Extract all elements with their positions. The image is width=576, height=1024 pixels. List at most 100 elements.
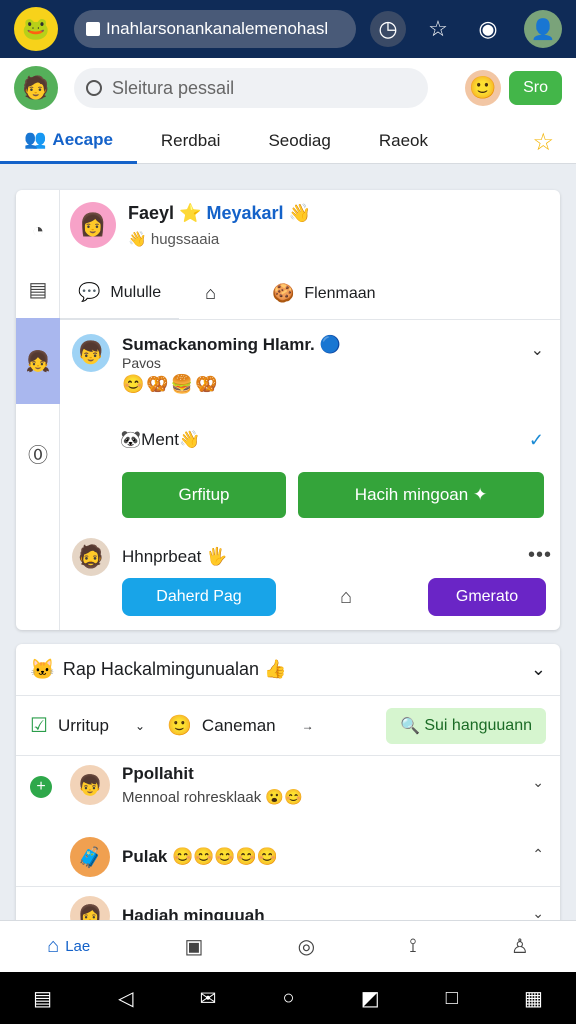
- post-author[interactable]: Faeyl ⭐ Meyakarl 👋: [128, 203, 311, 224]
- search-input[interactable]: Sleitura pessail: [74, 68, 428, 108]
- cookie-icon: 🍪: [271, 283, 295, 303]
- clock-icon[interactable]: ◷: [370, 11, 406, 47]
- post-header: 👩 Faeyl ⭐ Meyakarl 👋 👋 hugssaaia: [70, 202, 311, 248]
- bell-icon[interactable]: ◔: [16, 202, 60, 260]
- chevron-down-icon: ⌄: [134, 718, 146, 733]
- panda-icon: 🐼: [120, 430, 142, 449]
- chat-icon[interactable]: ◉: [470, 11, 506, 47]
- gmerato-button[interactable]: Gmerato: [428, 578, 546, 616]
- item-title: Ppollahit: [122, 764, 194, 783]
- comment-title-text: Sumackanoming Hlamr.: [122, 335, 315, 354]
- lock-icon: [86, 22, 100, 36]
- tab-seodiag[interactable]: Seodiag: [244, 118, 354, 164]
- group-card-header[interactable]: 🐱 Rap Hackalmingunualan 👍 ⌄: [16, 644, 560, 696]
- search-placeholder: Sleitura pessail: [112, 77, 235, 98]
- cat-icon: 🐱: [30, 659, 55, 681]
- tab-label: Aecape: [52, 129, 113, 149]
- favorite-star-icon[interactable]: ☆: [532, 128, 554, 157]
- hacih-mingoan-button[interactable]: Hacih mingoan ✦: [298, 472, 544, 518]
- tab-bar: 👥 Aecape Rerdbai Seodiag Raeok ☆: [0, 118, 576, 164]
- ment-label: Ment: [141, 430, 179, 449]
- share-action[interactable]: ⌂: [187, 283, 244, 304]
- header-action-button[interactable]: Sro: [509, 71, 562, 105]
- search-hangout-button[interactable]: 🔍 Sui hanguuann: [385, 707, 546, 744]
- action-label: Flenmaan: [304, 284, 376, 302]
- side-rail: ◔ ▤ 👧 ⓪: [16, 190, 60, 630]
- profile-avatar[interactable]: 👤: [524, 10, 562, 48]
- comment-block: 👦 Sumackanoming Hlamr. 🔵 Pavos ⌄ 😊🥨🍔🥨: [72, 334, 552, 395]
- comment-buttons: Grfitup Hacih mingoan ✦: [122, 472, 544, 518]
- chevron-down-icon[interactable]: ⌄: [532, 774, 544, 791]
- add-icon[interactable]: +: [30, 776, 52, 798]
- gallery-icon[interactable]: ▤: [33, 986, 52, 1011]
- star-icon[interactable]: ☆: [420, 11, 456, 47]
- nav-home[interactable]: ⌂ Lae: [47, 935, 90, 958]
- tab-aecape[interactable]: 👥 Aecape: [0, 118, 137, 164]
- nav-chat-icon[interactable]: ⟟: [409, 935, 416, 958]
- home-circle-icon[interactable]: ○: [283, 987, 295, 1010]
- nav-profile-icon[interactable]: ♙: [511, 934, 529, 959]
- tab-rerdbai[interactable]: Rerdbai: [137, 118, 245, 164]
- author-avatar[interactable]: 👩: [70, 202, 116, 248]
- button-label: Hacih mingoan: [354, 485, 469, 504]
- author-name-2: Meyakarl: [206, 202, 284, 223]
- ment-row[interactable]: 🐼 Ment 👋: [120, 430, 200, 450]
- group-card-title: Rap Hackalmingunualan: [62, 659, 260, 679]
- back-icon[interactable]: ◁: [118, 986, 133, 1011]
- grfitup-button[interactable]: Grfitup: [122, 472, 286, 518]
- item-title: Pulak 😊😊😊😊😊: [122, 847, 278, 867]
- post-subtitle: 👋 hugssaaia: [128, 230, 311, 248]
- subtitle-text: hugssaaia: [150, 230, 220, 248]
- reply-avatar[interactable]: 🧔: [72, 538, 110, 576]
- home-icon: ⌂: [47, 935, 60, 957]
- comment-emojis: 😊🥨🍔🥨: [122, 374, 220, 394]
- chevron-down-icon[interactable]: ⌄: [531, 340, 544, 360]
- post-actions: 💬 Mululle ⌂ 🍪 Flenmaan: [60, 268, 560, 320]
- urritup-dropdown[interactable]: ☑ Urritup ⌄: [30, 713, 145, 738]
- url-bar[interactable]: Inahlarsonankanalemenohasl: [74, 10, 356, 48]
- tool-label: Caneman: [201, 715, 276, 735]
- commenter-avatar[interactable]: 👦: [72, 334, 110, 372]
- nav-refresh-icon[interactable]: ◎: [298, 934, 315, 959]
- ment-chevron-icon[interactable]: ✓: [529, 430, 544, 451]
- button-label: Gmerato: [455, 588, 519, 605]
- system-nav: ▤ ◁ ✉ ○ ◩ □ ▦: [0, 972, 576, 1024]
- daherd-pag-button[interactable]: Daherd Pag: [122, 578, 276, 616]
- chevron-up-icon[interactable]: ⌃: [532, 846, 544, 863]
- comment-title: Sumackanoming Hlamr. 🔵: [122, 335, 341, 355]
- item-title-text: Pulak: [122, 847, 168, 866]
- tab-label: Seodiag: [268, 131, 331, 150]
- app-logo-icon[interactable]: 🐸: [14, 7, 58, 51]
- edit-icon[interactable]: ◩: [361, 986, 380, 1011]
- user-avatar[interactable]: 🧑: [14, 66, 58, 110]
- tab-label: Rerdbai: [160, 131, 221, 150]
- item-subtitle-text: Mennoal rohresklaak: [122, 789, 262, 806]
- pause-icon[interactable]: ⓪: [16, 424, 60, 482]
- caneman-dropdown[interactable]: 🙂 Caneman →: [167, 713, 314, 738]
- author-name: Faeyl: [128, 202, 175, 223]
- mail-icon[interactable]: ✉: [200, 986, 217, 1011]
- thumb-icon: 👍: [259, 659, 287, 679]
- group-card: 🐱 Rap Hackalmingunualan 👍 ⌄ ☑ Urritup ⌄ …: [16, 644, 560, 934]
- browser-bar: 🐸 Inahlarsonankanalemenohasl ◷ ☆ ◉ 👤: [0, 0, 576, 58]
- more-options-icon[interactable]: •••: [528, 544, 552, 567]
- list-item[interactable]: 🧳 Pulak 😊😊😊😊😊 ⌃: [16, 828, 560, 886]
- react-action[interactable]: 🍪 Flenmaan: [254, 283, 394, 304]
- comment-action[interactable]: 💬 Mululle: [60, 268, 180, 320]
- news-icon[interactable]: ▤: [16, 260, 60, 318]
- recents-icon[interactable]: □: [446, 987, 458, 1010]
- edit-icon: ☑: [30, 715, 48, 737]
- home-share-icon[interactable]: ⌂: [340, 586, 352, 609]
- url-text: Inahlarsonankanalemenohasl: [106, 19, 329, 38]
- chevron-down-icon[interactable]: ⌄: [531, 659, 546, 680]
- tab-raeok[interactable]: Raeok: [355, 118, 452, 164]
- item-subtitle: Mennoal rohresklaak 😮😊: [122, 788, 303, 806]
- nav-photo-icon[interactable]: ▣: [184, 934, 203, 959]
- contact-avatar[interactable]: 🙂: [465, 70, 502, 106]
- rail-avatar[interactable]: 👧: [16, 318, 60, 404]
- stars-icon: ⭐: [179, 202, 207, 223]
- button-label: Grfitup: [178, 485, 230, 504]
- wallet-icon[interactable]: ▦: [524, 986, 543, 1011]
- list-item[interactable]: + 👦 Ppollahit Mennoal rohresklaak 😮😊 ⌄: [16, 756, 560, 814]
- group-toolbar: ☑ Urritup ⌄ 🙂 Caneman → 🔍 Sui hanguuann: [16, 696, 560, 756]
